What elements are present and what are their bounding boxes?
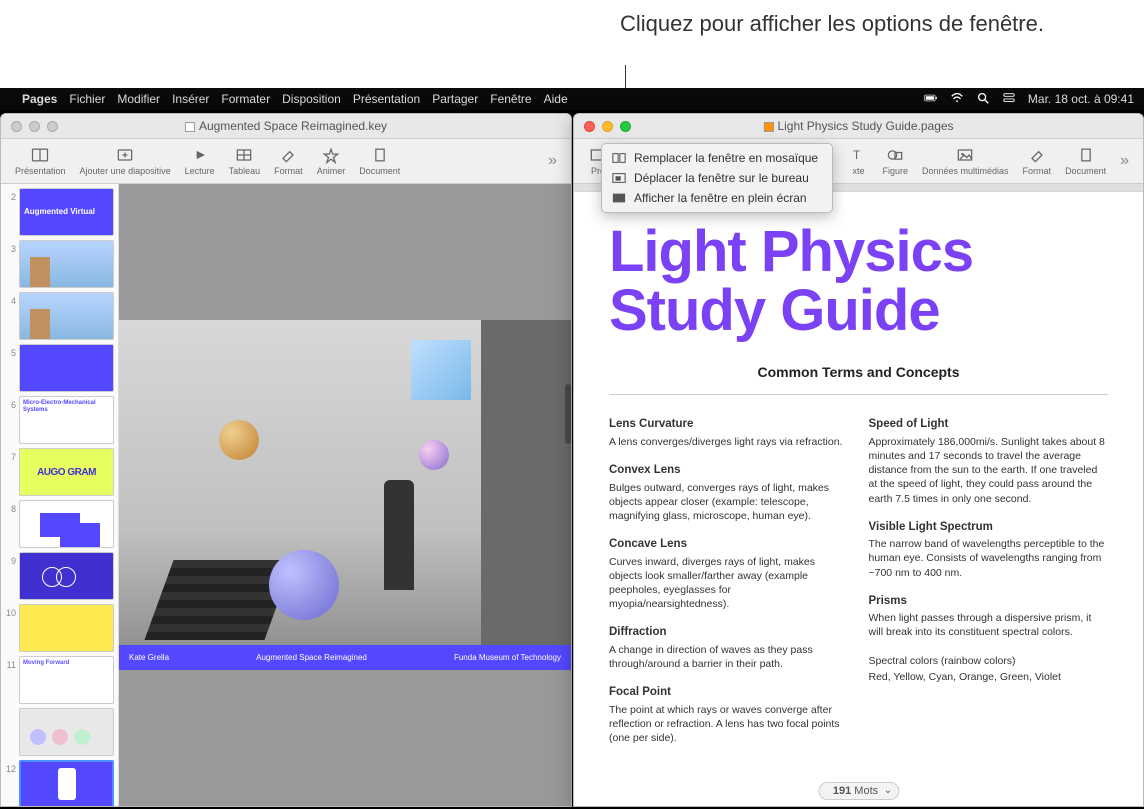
menu-fullscreen[interactable]: Afficher la fenêtre en plein écran — [602, 188, 832, 208]
tool-play[interactable]: Lecture — [179, 144, 221, 178]
tool-format-right[interactable]: Format — [1017, 144, 1058, 178]
slide-thumbnail[interactable]: 2Augmented Virtual — [5, 188, 114, 236]
tool-document-right[interactable]: Document — [1059, 144, 1112, 178]
tool-presentation[interactable]: Présentation — [9, 144, 72, 178]
minimize-button-right[interactable] — [602, 121, 613, 132]
close-button-left[interactable] — [11, 121, 22, 132]
tool-format-left[interactable]: Format — [268, 144, 309, 178]
callout-text: Cliquez pour afficher les options de fen… — [620, 10, 1044, 39]
tool-shape[interactable]: Figure — [876, 144, 914, 178]
sphere-icon — [419, 440, 449, 470]
slide-thumbnail[interactable]: 3 — [5, 240, 114, 288]
tool-add-slide[interactable]: Ajouter une diapositive — [74, 144, 177, 178]
slide-thumbnail[interactable]: 7AUGO GRAM — [5, 448, 114, 496]
sphere-icon — [219, 420, 259, 460]
document-body[interactable]: Light Physics Study Guide Common Terms a… — [574, 184, 1143, 806]
fullscreen-button-right[interactable] — [620, 121, 631, 132]
battery-icon[interactable] — [924, 91, 938, 108]
slide-thumbnail[interactable]: 5 — [5, 344, 114, 392]
app-name[interactable]: Pages — [22, 92, 57, 106]
window-pages: Light Physics Study Guide.pages Remplace… — [573, 113, 1144, 807]
spotlight-icon[interactable] — [976, 91, 990, 108]
toolbar-overflow-left[interactable]: » — [542, 150, 563, 172]
titlebar-left[interactable]: Augmented Space Reimagined.key — [1, 114, 571, 139]
slide-thumbnail[interactable]: 4 — [5, 292, 114, 340]
slide-thumbnail[interactable]: 10 — [5, 604, 114, 652]
slide-canvas-area[interactable]: Kate Grella Augmented Space Reimagined F… — [119, 184, 571, 806]
slide-caption-bar: Kate Grella Augmented Space Reimagined F… — [119, 645, 571, 670]
clock[interactable]: Mar. 18 oct. à 09:41 — [1028, 92, 1134, 106]
menu-move-to-desktop[interactable]: Déplacer la fenêtre sur le bureau — [602, 168, 832, 188]
toolbar-overflow-right[interactable]: » — [1114, 150, 1135, 172]
desktop-icon — [612, 172, 626, 184]
sphere-icon — [269, 550, 339, 620]
slide-thumbnail[interactable]: 9 — [5, 552, 114, 600]
tool-animate[interactable]: Animer — [311, 144, 352, 178]
menu-modifier[interactable]: Modifier — [117, 92, 160, 106]
wifi-icon[interactable] — [950, 91, 964, 108]
slide-thumbnail[interactable]: 8 — [5, 500, 114, 548]
menu-replace-tiled[interactable]: Remplacer la fenêtre en mosaïque — [602, 148, 832, 168]
slide-thumbnail[interactable]: 6Micro-Electro-Mechanical Systems — [5, 396, 114, 444]
divider — [609, 394, 1108, 395]
tile-icon — [612, 152, 626, 164]
menu-presentation[interactable]: Présentation — [353, 92, 420, 106]
page[interactable]: Light Physics Study Guide Common Terms a… — [574, 192, 1143, 806]
column-right[interactable]: Speed of LightApproximately 186,000mi/s.… — [869, 417, 1109, 759]
menu-inserer[interactable]: Insérer — [172, 92, 209, 106]
desktop: Pages Fichier Modifier Insérer Formater … — [0, 88, 1144, 809]
fullscreen-button-left[interactable] — [47, 121, 58, 132]
scrollbar[interactable] — [565, 384, 571, 444]
menubar: Pages Fichier Modifier Insérer Formater … — [0, 88, 1144, 110]
menu-disposition[interactable]: Disposition — [282, 92, 341, 106]
tool-media[interactable]: Données multimédias — [916, 144, 1015, 178]
fullscreen-icon — [612, 192, 626, 204]
doc-subtitle[interactable]: Common Terms and Concepts — [609, 364, 1108, 380]
menu-formater[interactable]: Formater — [221, 92, 270, 106]
caption-title: Augmented Space Reimagined — [256, 653, 367, 662]
titlebar-right[interactable]: Light Physics Study Guide.pages — [574, 114, 1143, 139]
tool-document-left[interactable]: Document — [353, 144, 406, 178]
toolbar-left: Présentation Ajouter une diapositive Lec… — [1, 139, 571, 184]
close-button-right[interactable] — [584, 121, 595, 132]
window-keynote: Augmented Space Reimagined.key Présentat… — [0, 113, 572, 807]
menu-partager[interactable]: Partager — [432, 92, 478, 106]
caption-venue: Funda Museum of Technology — [454, 653, 561, 662]
slide-thumbnail[interactable]: 12 — [5, 760, 114, 806]
slide-canvas: Kate Grella Augmented Space Reimagined F… — [119, 320, 571, 670]
slide-thumbnail[interactable]: 11Moving Forward — [5, 656, 114, 704]
tool-table[interactable]: Tableau — [223, 144, 267, 178]
menu-aide[interactable]: Aide — [544, 92, 568, 106]
doc-title[interactable]: Light Physics Study Guide — [609, 222, 1108, 340]
slide-thumbnail[interactable] — [5, 708, 114, 756]
svg-text:T: T — [853, 149, 860, 162]
person-figure — [384, 480, 414, 590]
column-left[interactable]: Lens CurvatureA lens converges/diverges … — [609, 417, 849, 759]
word-count[interactable]: 191 Mots — [818, 782, 899, 800]
menu-fenetre[interactable]: Fenêtre — [490, 92, 531, 106]
caption-author: Kate Grella — [129, 653, 169, 662]
minimize-button-left[interactable] — [29, 121, 40, 132]
control-center-icon[interactable] — [1002, 91, 1016, 108]
window-title-left: Augmented Space Reimagined.key — [185, 119, 387, 133]
window-title-right: Light Physics Study Guide.pages — [763, 119, 953, 133]
window-options-menu: Remplacer la fenêtre en mosaïque Déplace… — [601, 143, 833, 213]
slide-navigator[interactable]: 2Augmented Virtual3456Micro-Electro-Mech… — [1, 184, 119, 806]
menu-fichier[interactable]: Fichier — [69, 92, 105, 106]
tool-text[interactable]: Txte — [842, 144, 874, 178]
